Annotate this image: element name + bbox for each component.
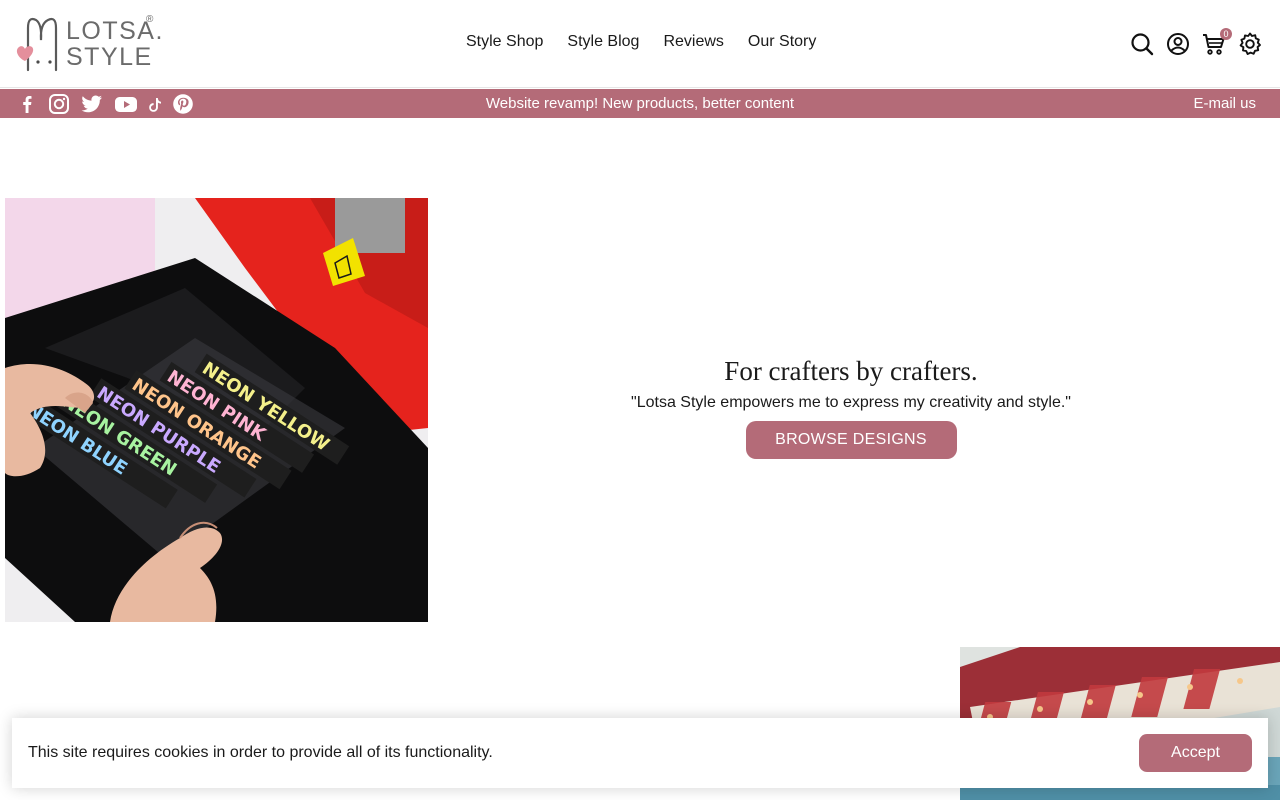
account-icon[interactable]	[1166, 32, 1190, 56]
hero-title: For crafters by crafters.	[724, 356, 978, 386]
site-logo[interactable]: LOTSA. STYLE ®	[14, 14, 162, 72]
logo-mark-icon	[16, 17, 58, 72]
logo-wordmark: LOTSA. STYLE	[66, 18, 164, 70]
hero-content: For crafters by crafters. "Lotsa Style e…	[600, 355, 1102, 459]
registered-mark: ®	[146, 14, 154, 25]
nav-our-story[interactable]: Our Story	[748, 32, 816, 52]
hero-quote: "Lotsa Style empowers me to express my c…	[631, 394, 1071, 411]
logo-line-2: STYLE	[66, 43, 153, 71]
nav-style-blog[interactable]: Style Blog	[567, 32, 639, 52]
cart-icon[interactable]: 0	[1202, 28, 1232, 56]
browse-designs-button[interactable]: BROWSE DESIGNS	[745, 421, 957, 459]
settings-icon[interactable]	[1238, 32, 1262, 56]
cookie-message: This site requires cookies in order to p…	[28, 744, 493, 761]
accept-cookies-button[interactable]: Accept	[1139, 734, 1252, 772]
main-nav: Style Shop Style Blog Reviews Our Story	[466, 32, 816, 52]
header-tools: 0	[1130, 28, 1262, 56]
cookie-banner: This site requires cookies in order to p…	[12, 718, 1268, 788]
search-icon[interactable]	[1130, 32, 1154, 56]
announcement-bar: Website revamp! New products, better con…	[0, 89, 1280, 118]
nav-style-shop[interactable]: Style Shop	[466, 32, 543, 52]
hero-image: NEON YELLOW NEON PINK NEON ORANGE NEON P…	[5, 198, 428, 622]
announcement-text: Website revamp! New products, better con…	[485, 95, 795, 112]
email-us-link[interactable]: E-mail us	[1193, 96, 1256, 112]
site-header: LOTSA. STYLE ® Style Shop Style Blog Rev…	[0, 0, 1280, 88]
nav-reviews[interactable]: Reviews	[663, 32, 723, 52]
cart-count-badge: 0	[1220, 28, 1232, 40]
